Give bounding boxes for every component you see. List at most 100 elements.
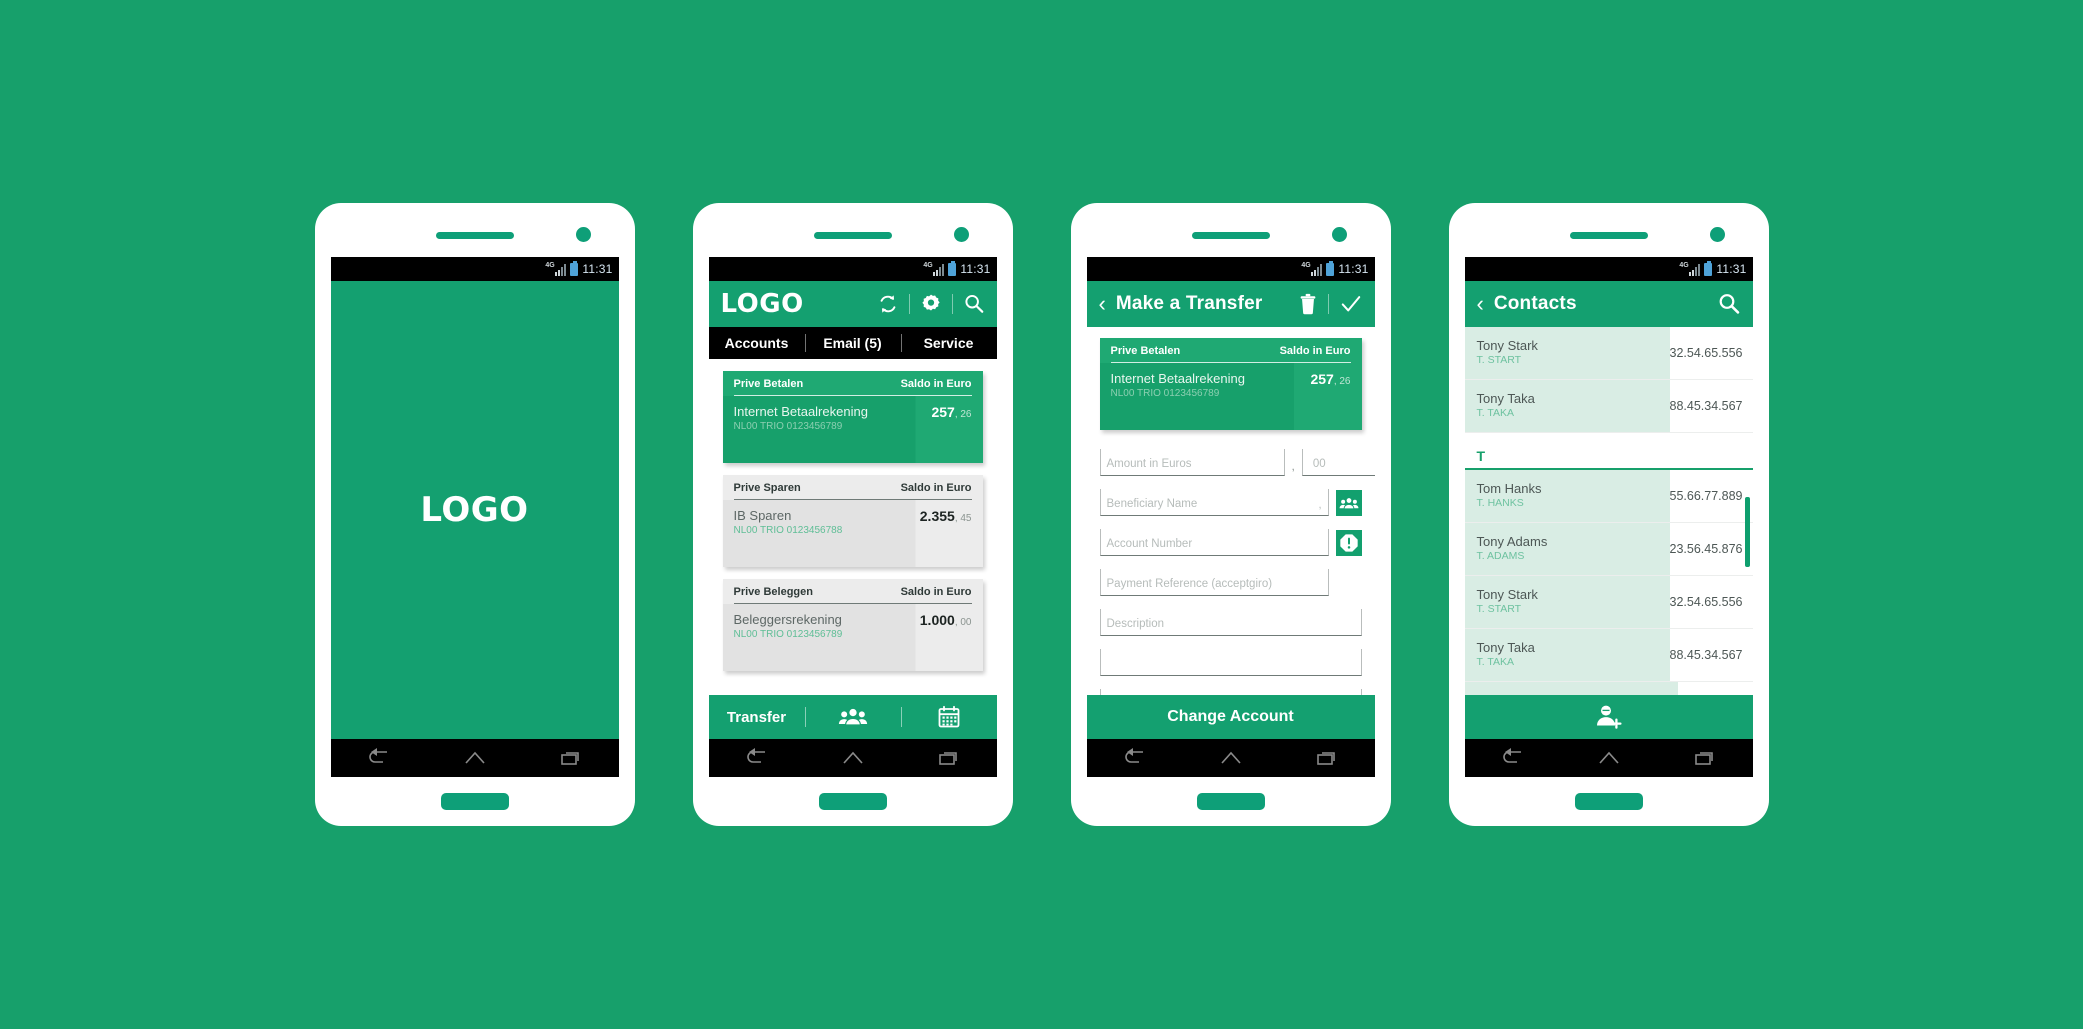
chevron-left-icon[interactable]: ‹ [1099,293,1106,315]
screen-transfer: 4G 11:31 ‹ Make a Transfer Prive Betalen… [1086,257,1375,777]
list-scrollbar[interactable] [1744,497,1750,567]
chevron-left-icon[interactable]: ‹ [1477,293,1484,315]
search-icon[interactable] [963,293,985,315]
home-button[interactable] [1574,793,1643,810]
app-logo: LOGO [720,289,804,319]
contact-name: Tony Stark [1476,338,1538,354]
recents-icon[interactable] [936,748,962,768]
account-number-input[interactable]: Account Number [1099,529,1329,556]
recents-icon[interactable] [558,748,584,768]
recents-icon[interactable] [1692,748,1718,768]
battery-icon [570,260,579,276]
recents-icon[interactable] [1314,748,1340,768]
trash-icon[interactable] [1298,293,1318,315]
balance-label: Saldo in Euro [900,586,972,598]
description-input-line2[interactable] [1099,649,1362,676]
signal-icon: 4G [923,262,945,276]
contact-row[interactable]: Tony Stark T. START 32.54.65.556 [1464,327,1753,380]
tab-email[interactable]: Email (5) [804,327,901,359]
selected-account-wrap: Prive Betalen Saldo in Euro Internet Bet… [1086,327,1375,430]
warning-octagon-icon[interactable] [1335,530,1362,556]
tab-bar: Accounts Email (5) Service [708,327,997,363]
front-camera [1709,227,1725,242]
beneficiary-row: Beneficiary Name , [1099,489,1362,516]
home-icon[interactable] [1596,748,1622,768]
account-card[interactable]: Prive Betalen Saldo in Euro Internet Bet… [722,371,983,463]
contacts-group-icon[interactable] [804,695,901,739]
contact-row[interactable]: Tony Taka T. TAKA 88.45.34.567 [1464,380,1753,433]
amount-whole: 257 [1310,371,1334,387]
contacts-group-icon[interactable] [1335,490,1362,516]
contact-name: Tony Taka [1476,391,1535,407]
beneficiary-name-input[interactable]: Beneficiary Name , [1099,489,1329,516]
android-nav-bar [1086,739,1375,777]
phone-mockup-stage: 4G 11:31 LOGO 4G 11:31 LOGO Accounts Ema… [0,0,2083,1029]
contact-row[interactable]: Tony Stark T. START 32.54.65.556 [1464,576,1753,629]
status-bar: 4G 11:31 [1464,257,1753,281]
front-camera [575,227,591,242]
account-card-list: Prive Betalen Saldo in Euro Internet Bet… [709,359,997,683]
page-title: Make a Transfer [1115,293,1263,314]
change-account-button[interactable]: Change Account [1086,695,1375,739]
calendar-icon[interactable] [900,695,997,739]
home-button[interactable] [818,793,887,810]
account-name: IB Sparen [733,508,792,523]
back-icon[interactable] [366,748,392,768]
android-nav-bar [1464,739,1753,777]
earpiece-speaker [1569,232,1648,239]
amount-cents: 45 [960,513,972,524]
contact-row[interactable]: Tony Adams T. ADAMS 23.56.45.876 [1464,523,1753,576]
tab-service[interactable]: Service [900,327,997,359]
android-nav-bar [708,739,997,777]
transfer-button[interactable]: Transfer [709,695,805,739]
back-icon[interactable] [1500,748,1526,768]
gear-icon[interactable] [920,293,942,315]
home-icon[interactable] [462,748,488,768]
back-icon[interactable] [1122,748,1148,768]
transfer-content: Prive Betalen Saldo in Euro Internet Bet… [1086,327,1375,695]
account-card[interactable]: Prive Beleggen Saldo in Euro Beleggersre… [722,579,983,671]
search-icon[interactable] [1717,292,1741,316]
status-clock: 11:31 [960,262,991,276]
phone-device-splash: 4G 11:31 LOGO [314,203,635,826]
home-button[interactable] [440,793,509,810]
decimal-separator: , [1291,459,1295,473]
account-card[interactable]: Prive Sparen Saldo in Euro IB Sparen NL0… [722,475,983,567]
back-icon[interactable] [744,748,770,768]
network-label: 4G [545,262,555,269]
contact-name: Tom Hanks [1476,481,1542,497]
account-amount: 257, 26 [931,404,972,420]
contact-row-partial[interactable] [1464,682,1753,695]
contacts-header: ‹ Contacts [1464,281,1753,327]
earpiece-speaker [813,232,892,239]
signal-icon: 4G [1301,262,1323,276]
amount-input[interactable]: Amount in Euros [1099,449,1285,476]
description-input[interactable]: Description [1099,609,1362,636]
add-contact-icon [1596,705,1622,729]
app-logo: LOGO [420,490,529,530]
battery-icon [1326,260,1335,276]
account-iban: NL00 TRIO 0123456789 [733,629,843,641]
execution-date-select[interactable]: Execution Date: Today [1099,689,1362,695]
payment-reference-input[interactable]: Payment Reference (acceptgiro) [1099,569,1329,596]
splash-body: LOGO [330,281,619,739]
front-camera [1331,227,1347,242]
sync-icon[interactable] [877,293,899,315]
selected-account-card[interactable]: Prive Betalen Saldo in Euro Internet Bet… [1099,338,1362,430]
add-contact-button[interactable] [1464,695,1753,739]
section-letter: T [1476,448,1486,464]
network-label: 4G [1679,262,1689,269]
cents-input[interactable]: 00 [1301,449,1375,476]
header-divider [951,294,953,314]
home-icon[interactable] [1218,748,1244,768]
amount-cents: 26 [1339,376,1351,387]
header-divider [908,294,910,314]
amount-whole: 257 [931,404,955,420]
contact-row[interactable]: Tony Taka T. TAKA 88.45.34.567 [1464,629,1753,682]
check-icon[interactable] [1339,293,1363,315]
tab-accounts[interactable]: Accounts [709,327,805,363]
account-name: Internet Betaalrekening [733,404,868,419]
home-icon[interactable] [840,748,866,768]
contact-row[interactable]: Tom Hanks T. HANKS 55.66.77.889 [1464,470,1753,523]
home-button[interactable] [1196,793,1265,810]
